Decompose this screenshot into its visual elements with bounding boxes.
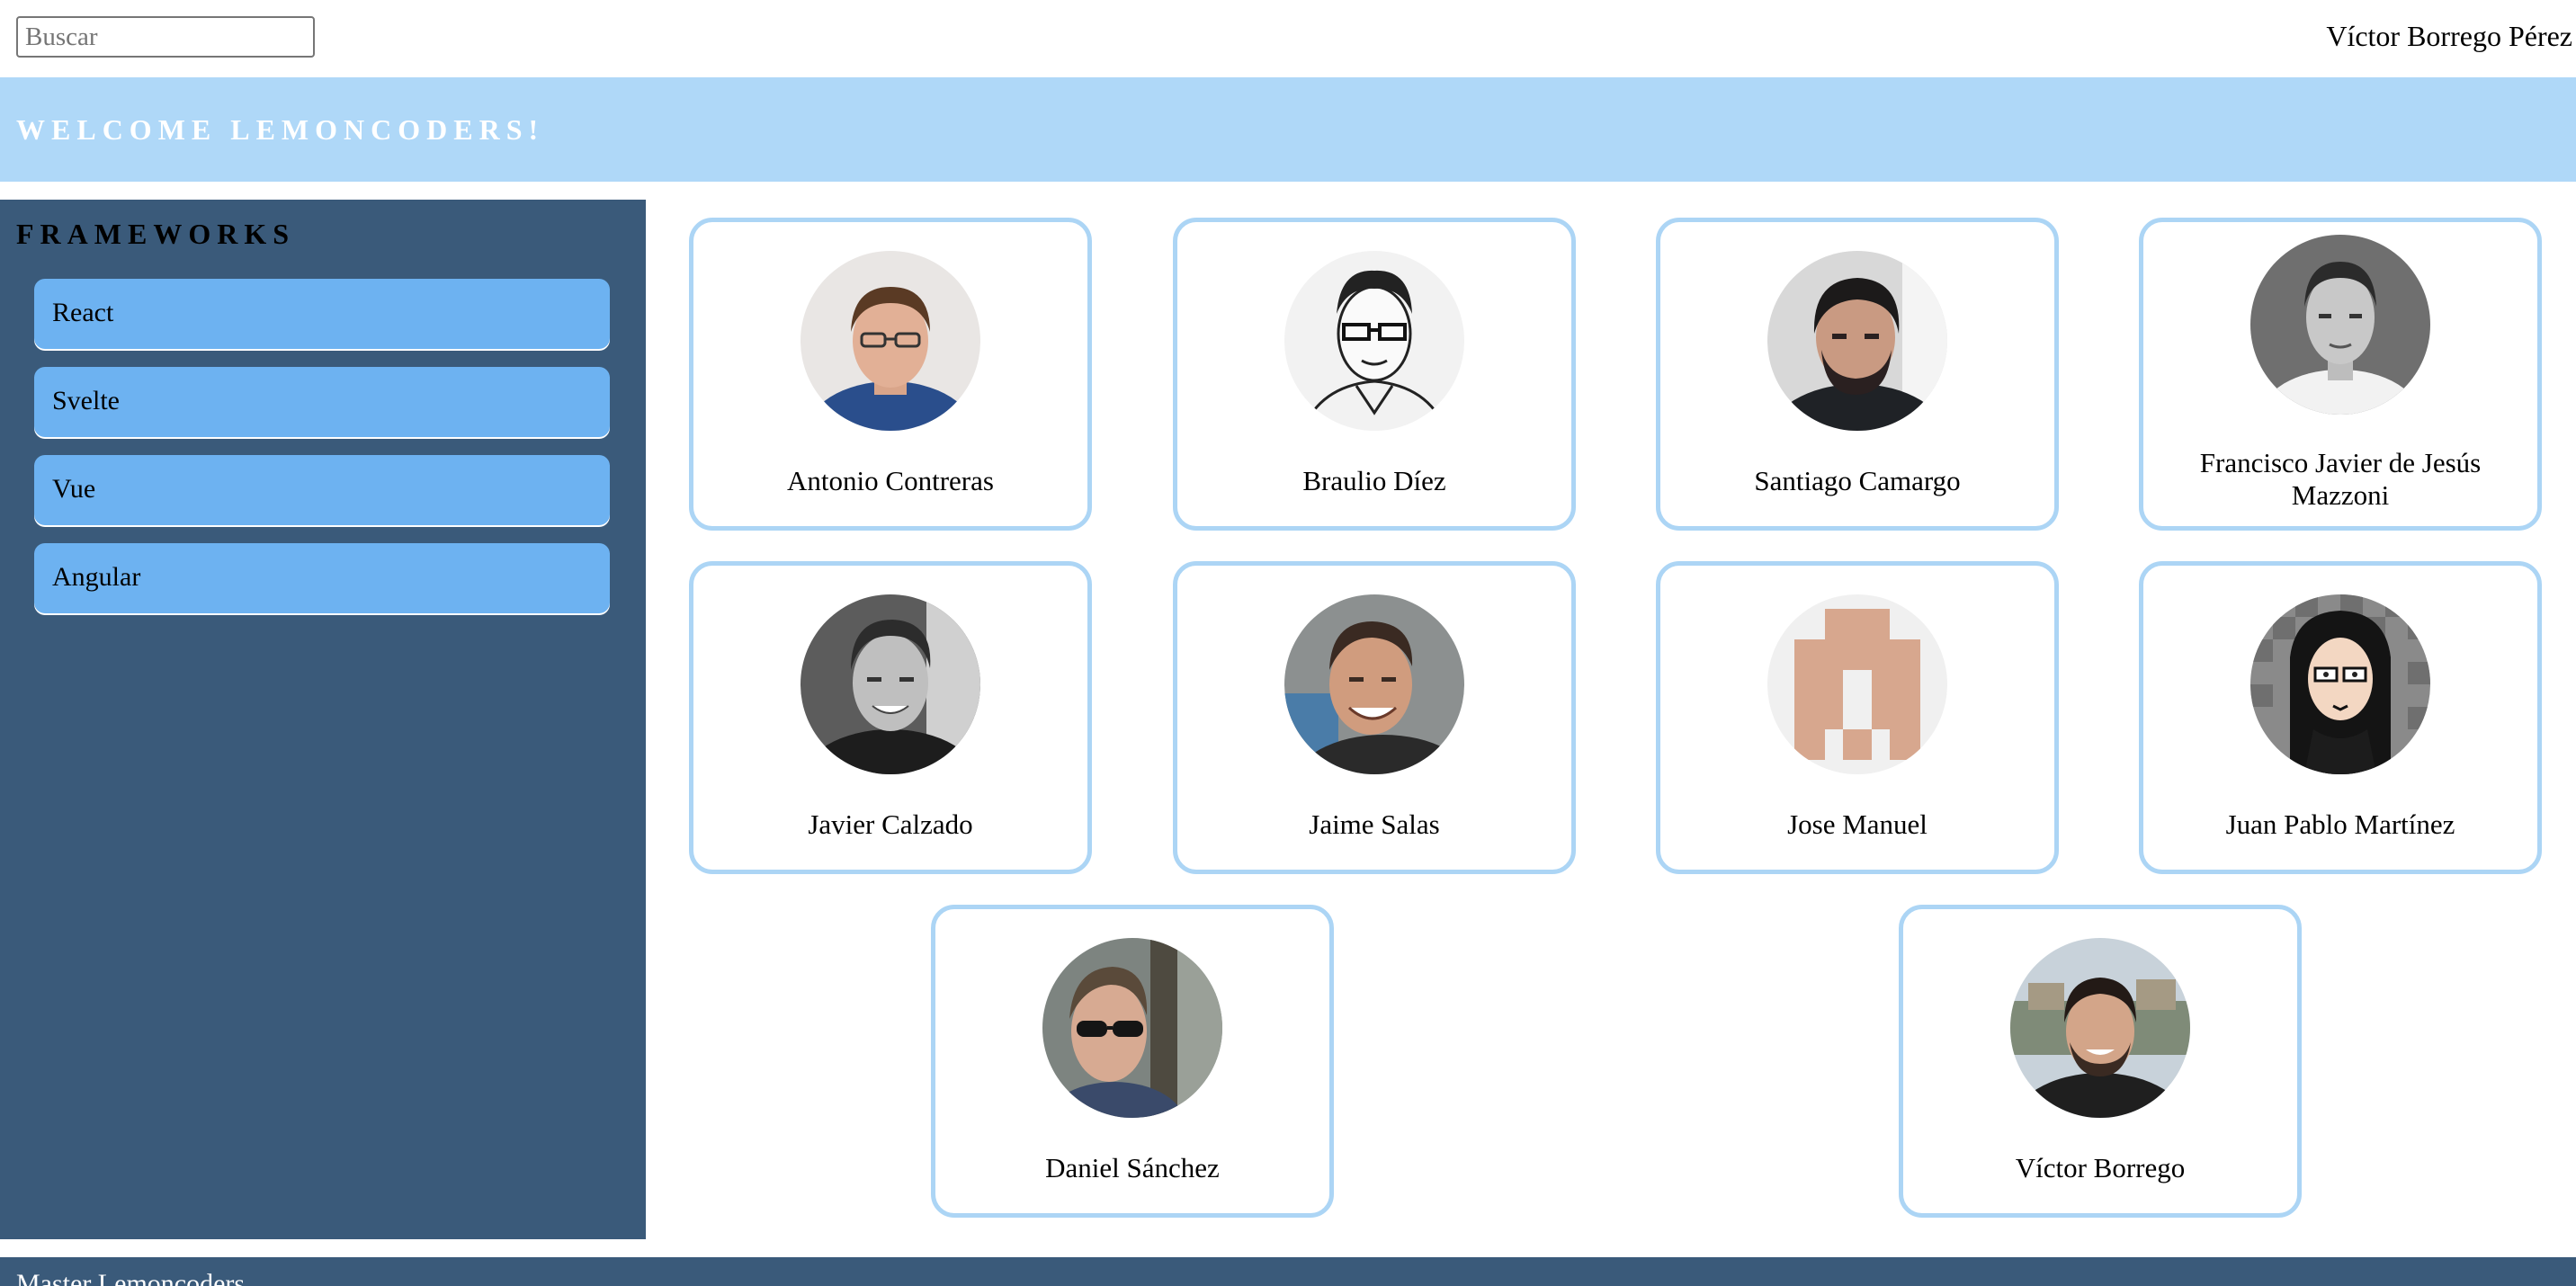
member-name: Jose Manuel [1787,808,1928,840]
avatar [801,251,980,431]
welcome-banner: WELCOME LEMONCODERS! [0,77,2576,182]
member-card[interactable]: Santiago Camargo [1656,218,2059,531]
member-name: Santiago Camargo [1754,465,1961,496]
member-name: Antonio Contreras [787,465,994,496]
member-name: Víctor Borrego [2015,1152,2186,1183]
member-card[interactable]: Javier Calzado [689,561,1092,874]
sidebar-title: FRAMEWORKS [16,218,295,250]
search-input[interactable] [16,16,315,58]
member-name: Javier Calzado [808,808,973,840]
member-name: Francisco Javier de Jesús Mazzoni [2199,447,2482,511]
top-bar: Víctor Borrego Pérez [0,0,2576,76]
avatar [2010,938,2190,1118]
member-name: Braulio Díez [1302,465,1446,496]
member-card[interactable]: Daniel Sánchez [931,905,1334,1218]
avatar-cartoon [2250,594,2430,774]
avatar-photo [1042,938,1222,1118]
footer-text: Master Lemoncoders [16,1269,246,1286]
member-name: Jaime Salas [1309,808,1440,840]
member-name: Juan Pablo Martínez [2225,808,2455,840]
avatar-photo [1767,251,1947,431]
avatar [1767,594,1947,774]
banner-title: WELCOME LEMONCODERS! [16,113,545,146]
member-card[interactable]: Antonio Contreras [689,218,1092,531]
member-card[interactable]: Braulio Díez [1173,218,1576,531]
avatar [1284,251,1464,431]
member-name: Daniel Sánchez [1045,1152,1220,1183]
avatar-photo [801,251,980,431]
member-card[interactable]: Víctor Borrego [1899,905,2302,1218]
avatar-photo [1284,594,1464,774]
sidebar-item-svelte[interactable]: Svelte [34,367,610,437]
avatar [801,594,980,774]
footer: Master Lemoncoders [0,1257,2576,1286]
avatar-photo [801,594,980,774]
sidebar-item-angular[interactable]: Angular [34,543,610,613]
avatar [1767,251,1947,431]
sidebar-item-react[interactable]: React [34,279,610,349]
avatar [2250,235,2430,415]
avatar-photo [2010,938,2190,1118]
sidebar-item-vue[interactable]: Vue [34,455,610,525]
user-name: Víctor Borrego Pérez [2326,20,2572,52]
avatar [1284,594,1464,774]
member-card[interactable]: Jaime Salas [1173,561,1576,874]
member-card[interactable]: Juan Pablo Martínez [2139,561,2542,874]
avatar [2250,594,2430,774]
avatar-identicon [1767,594,1947,774]
avatar-sketch [1284,251,1464,431]
member-card[interactable]: Jose Manuel [1656,561,2059,874]
avatar [1042,938,1222,1118]
member-card[interactable]: Francisco Javier de Jesús Mazzoni [2139,218,2542,531]
sidebar: FRAMEWORKS React Svelte Vue Angular [0,200,646,1239]
avatar-photo [2250,235,2430,415]
